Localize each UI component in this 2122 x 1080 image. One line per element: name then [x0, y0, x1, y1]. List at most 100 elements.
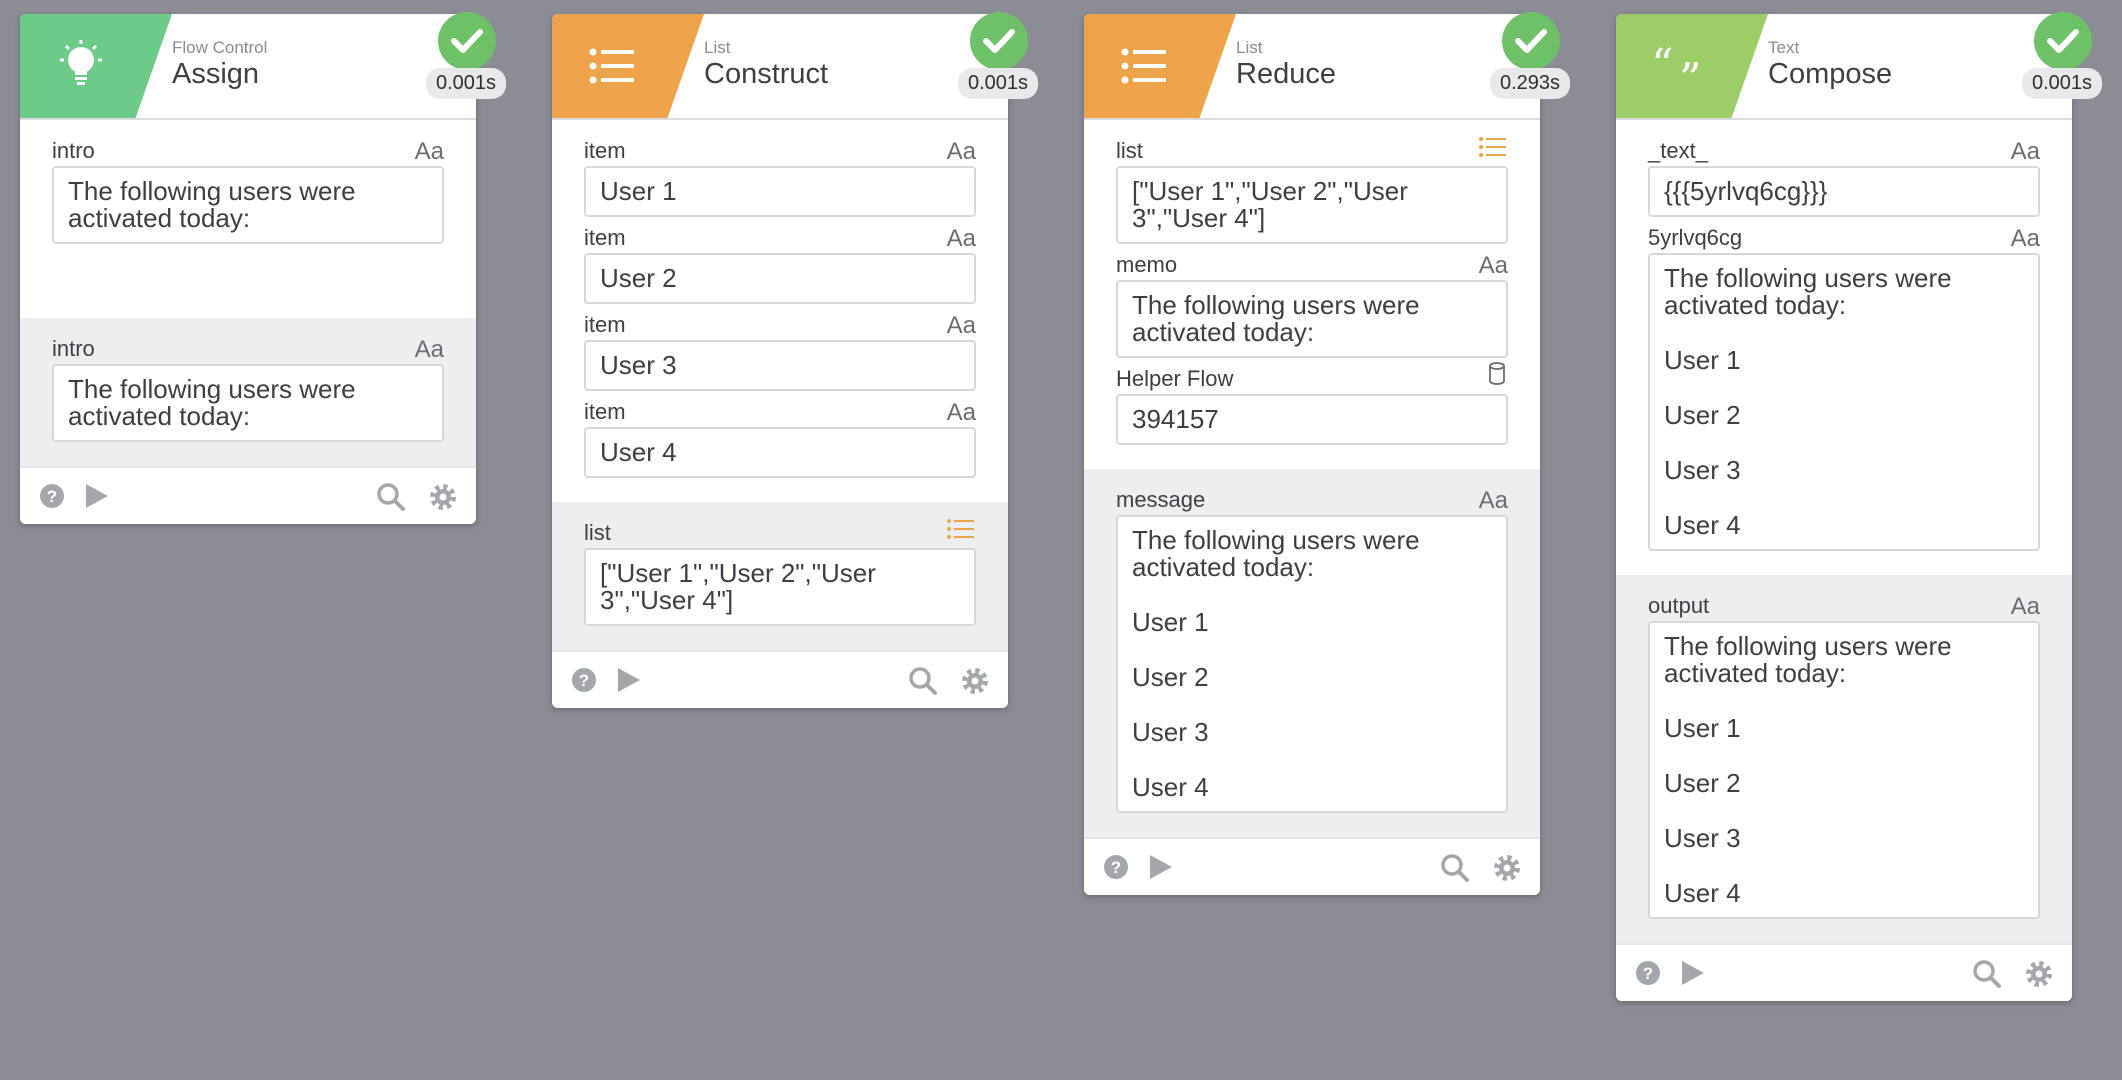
field-line: User 3 [1132, 717, 1209, 747]
field-line: User 4 [600, 437, 677, 467]
field-item-2: item Aa User 2 [584, 223, 976, 304]
card-header[interactable]: Flow Control Assign [20, 14, 476, 120]
card-reduce[interactable]: List Reduce 0.293s list ["User 1","User … [1084, 12, 1571, 895]
text-type-icon[interactable]: Aa [947, 138, 976, 166]
outputs-section: message Aa The following users were acti… [1084, 469, 1540, 837]
field-line: User 2 [1664, 768, 1741, 798]
card-footer: ? [20, 466, 476, 524]
field-label: item [584, 399, 626, 424]
field-label: _text_ [1648, 138, 1708, 163]
field-value-box[interactable]: The following users were activated today… [52, 364, 444, 442]
checkmark-icon [2034, 12, 2092, 70]
status-indicator: 0.293s [1490, 12, 1572, 102]
field-label: item [584, 312, 626, 337]
inputs-section: _text_ Aa {{{5yrlvq6cg}}} 5yrlvq6cg Aa T… [1616, 120, 2072, 575]
search-icon[interactable] [908, 666, 938, 701]
field-value-box[interactable]: User 3 [584, 340, 976, 391]
field-line: The following users were [68, 374, 356, 404]
quote-icon: “ ” [1642, 38, 1712, 94]
gear-icon[interactable] [428, 482, 458, 517]
field-label: item [584, 138, 626, 163]
field-value-box[interactable]: {{{5yrlvq6cg}}} [1648, 166, 2040, 217]
field-text-template: _text_ Aa {{{5yrlvq6cg}}} [1648, 136, 2040, 217]
text-type-icon[interactable]: Aa [947, 225, 976, 253]
card-header[interactable]: List Construct [552, 14, 1008, 120]
gear-icon[interactable] [2024, 959, 2054, 994]
field-value-box[interactable]: User 4 [584, 427, 976, 478]
outputs-section: output Aa The following users were activ… [1616, 575, 2072, 943]
text-type-icon[interactable]: Aa [2011, 138, 2040, 166]
play-icon[interactable] [1146, 853, 1174, 886]
list-type-icon[interactable] [1478, 135, 1508, 166]
field-line: ["User 1","User 2","User [600, 558, 876, 588]
checkmark-icon [438, 12, 496, 70]
field-line: 394157 [1132, 404, 1219, 434]
field-line: activated today: [68, 203, 251, 233]
field-value-box[interactable]: The following users were activated today… [1116, 515, 1508, 813]
field-value-box[interactable]: User 2 [584, 253, 976, 304]
field-line: User 2 [1132, 662, 1209, 692]
search-icon[interactable] [1972, 959, 2002, 994]
help-icon[interactable]: ? [1102, 853, 1130, 886]
text-type-icon[interactable]: Aa [2011, 225, 2040, 253]
svg-text:?: ? [47, 487, 57, 506]
text-type-icon[interactable]: Aa [947, 312, 976, 340]
field-value-box[interactable]: ["User 1","User 2","User 3","User 4"] [1116, 166, 1508, 244]
field-value-box[interactable]: 394157 [1116, 394, 1508, 445]
field-line: User 3 [600, 350, 677, 380]
field-line: The following users were [1132, 290, 1420, 320]
field-list-input: list ["User 1","User 2","User 3","User 4… [1116, 136, 1508, 244]
list-type-icon[interactable] [946, 517, 976, 548]
search-icon[interactable] [376, 482, 406, 517]
field-label: item [584, 225, 626, 250]
field-value-box[interactable]: The following users were activated today… [52, 166, 444, 244]
card-footer: ? [1084, 837, 1540, 895]
checkmark-icon [970, 12, 1028, 70]
field-line: {{{5yrlvq6cg}}} [1664, 176, 1828, 206]
field-item-1: item Aa User 1 [584, 136, 976, 217]
card-compose[interactable]: “ ” Text Compose 0.001s _text_ Aa {{{5yr… [1616, 12, 2103, 1001]
card-header[interactable]: List Reduce [1084, 14, 1540, 120]
gear-icon[interactable] [960, 666, 990, 701]
card-assign[interactable]: Flow Control Assign 0.001s intro Aa The … [20, 12, 507, 524]
card-construct[interactable]: List Construct 0.001s item Aa User 1 ite… [552, 12, 1039, 708]
text-type-icon[interactable]: Aa [415, 138, 444, 166]
execution-time: 0.293s [1490, 68, 1571, 99]
field-value-box[interactable]: ["User 1","User 2","User 3","User 4"] [584, 548, 976, 626]
help-icon[interactable]: ? [1634, 959, 1662, 992]
svg-text:?: ? [1643, 964, 1653, 983]
execution-time: 0.001s [958, 68, 1039, 99]
field-line: The following users were [1664, 631, 1952, 661]
help-icon[interactable]: ? [570, 666, 598, 699]
field-item-3: item Aa User 3 [584, 310, 976, 391]
text-type-icon[interactable]: Aa [2011, 593, 2040, 621]
card-header[interactable]: “ ” Text Compose [1616, 14, 2072, 120]
play-icon[interactable] [82, 482, 110, 515]
field-line: User 3 [1664, 823, 1741, 853]
search-icon[interactable] [1440, 853, 1470, 888]
text-type-icon[interactable]: Aa [415, 336, 444, 364]
field-value-box[interactable]: The following users were activated today… [1116, 280, 1508, 358]
field-variable: 5yrlvq6cg Aa The following users were ac… [1648, 223, 2040, 551]
field-line: User 4 [1132, 772, 1209, 802]
field-label: memo [1116, 252, 1178, 277]
text-type-icon[interactable]: Aa [1479, 252, 1508, 280]
text-type-icon[interactable]: Aa [947, 399, 976, 427]
field-value-box[interactable]: The following users were activated today… [1648, 621, 2040, 919]
play-icon[interactable] [614, 666, 642, 699]
play-icon[interactable] [1678, 959, 1706, 992]
field-line: activated today: [1132, 317, 1315, 347]
help-icon[interactable]: ? [38, 482, 66, 515]
text-type-icon[interactable]: Aa [1479, 487, 1508, 515]
field-value-box[interactable]: User 1 [584, 166, 976, 217]
card-footer: ? [552, 650, 1008, 708]
gear-icon[interactable] [1492, 853, 1522, 888]
field-value-box[interactable]: The following users were activated today… [1648, 253, 2040, 551]
database-icon[interactable] [1486, 361, 1508, 394]
